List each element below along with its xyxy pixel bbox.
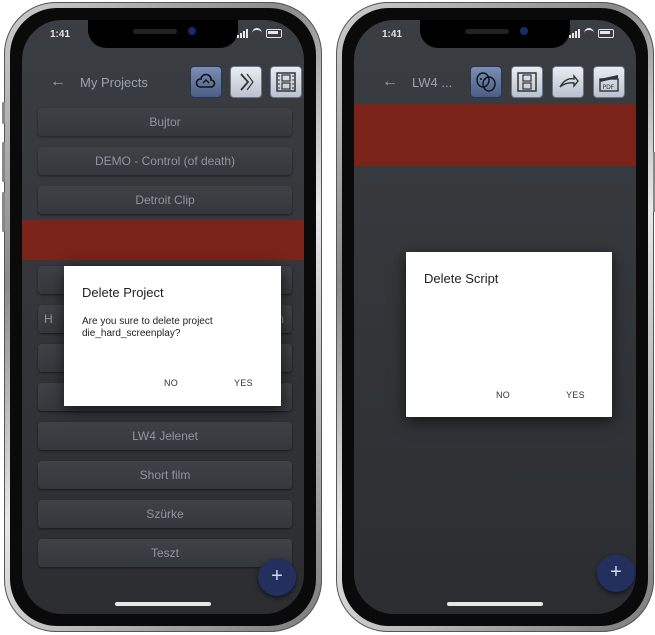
masks-icon xyxy=(476,72,496,92)
status-icons xyxy=(569,28,614,38)
pdf-export-button[interactable]: PDF xyxy=(593,66,625,98)
page-title: LW4 ... xyxy=(412,74,453,90)
arrow-left-icon[interactable]: ← xyxy=(382,73,402,91)
mute-switch xyxy=(2,102,5,124)
no-button[interactable]: NO xyxy=(164,378,178,388)
dialog-title: Delete Project xyxy=(82,285,164,300)
status-icons xyxy=(237,28,282,38)
screenshot-stage: 1:41 ← My Projects Bujtor DEMO - Control… xyxy=(0,0,655,635)
dialog-title: Delete Script xyxy=(424,271,499,286)
add-project-button[interactable]: + xyxy=(258,558,296,596)
app-bar: ← LW4 ... PDF xyxy=(354,62,636,102)
list-item-partial-left: H xyxy=(44,312,53,326)
status-bar: 1:41 xyxy=(22,20,304,50)
add-script-button[interactable]: + xyxy=(597,554,635,592)
phone-left: 1:41 ← My Projects Bujtor DEMO - Control… xyxy=(2,2,322,632)
film-frame-icon xyxy=(517,72,537,92)
delete-project-dialog: Delete Project Are you sure to delete pr… xyxy=(64,266,281,406)
export-icon xyxy=(240,73,254,91)
no-button[interactable]: NO xyxy=(496,390,510,400)
status-time: 1:41 xyxy=(50,29,71,40)
list-item[interactable]: Teszt xyxy=(38,539,292,567)
yes-button[interactable]: YES xyxy=(234,378,253,388)
battery-icon xyxy=(266,28,282,38)
pdf-clapper-icon: PDF xyxy=(599,75,619,92)
list-item[interactable]: LW4 Jelenet xyxy=(38,422,292,450)
share-icon xyxy=(559,74,579,88)
characters-button[interactable] xyxy=(470,66,502,98)
page-title: My Projects xyxy=(80,74,148,90)
home-indicator[interactable] xyxy=(115,602,211,606)
film-strip-button[interactable] xyxy=(270,66,302,98)
export-button[interactable] xyxy=(230,66,262,98)
status-time: 1:41 xyxy=(382,29,403,40)
dialog-message: Are you sure to delete project die_hard_… xyxy=(82,316,213,339)
volume-up-button xyxy=(2,142,5,182)
screen: 1:41 ← My Projects Bujtor DEMO - Control… xyxy=(22,20,304,614)
battery-icon xyxy=(598,28,614,38)
home-indicator[interactable] xyxy=(447,602,543,606)
list-item[interactable]: Short film xyxy=(38,461,292,489)
list-item[interactable]: Bujtor xyxy=(38,108,292,136)
wifi-icon xyxy=(252,28,262,38)
signal-icon xyxy=(569,28,580,38)
bezel: 1:41 ← LW4 ... PDF Delete Script NO YES … xyxy=(342,8,648,626)
list-item[interactable]: Szürke xyxy=(38,500,292,528)
selected-row[interactable] xyxy=(354,104,636,166)
selected-row[interactable] xyxy=(22,220,304,260)
status-bar: 1:41 xyxy=(354,20,636,50)
wifi-icon xyxy=(584,28,594,38)
film-strip-icon xyxy=(276,72,296,92)
delete-script-dialog: Delete Script NO YES xyxy=(406,252,612,417)
film-frame-button[interactable] xyxy=(511,66,543,98)
app-bar: ← My Projects xyxy=(22,62,304,102)
yes-button[interactable]: YES xyxy=(566,390,585,400)
list-item[interactable]: Detroit Clip xyxy=(38,186,292,214)
share-button[interactable] xyxy=(552,66,584,98)
signal-icon xyxy=(237,28,248,38)
bezel: 1:41 ← My Projects Bujtor DEMO - Control… xyxy=(10,8,316,626)
list-item[interactable]: DEMO - Control (of death) xyxy=(38,147,292,175)
cloud-sync-icon xyxy=(195,73,216,88)
phone-right: 1:41 ← LW4 ... PDF Delete Script NO YES … xyxy=(336,2,655,632)
svg-text:PDF: PDF xyxy=(603,84,615,91)
cloud-sync-button[interactable] xyxy=(190,66,222,98)
arrow-left-icon[interactable]: ← xyxy=(50,73,70,91)
volume-down-button xyxy=(2,192,5,232)
screen: 1:41 ← LW4 ... PDF Delete Script NO YES … xyxy=(354,20,636,614)
